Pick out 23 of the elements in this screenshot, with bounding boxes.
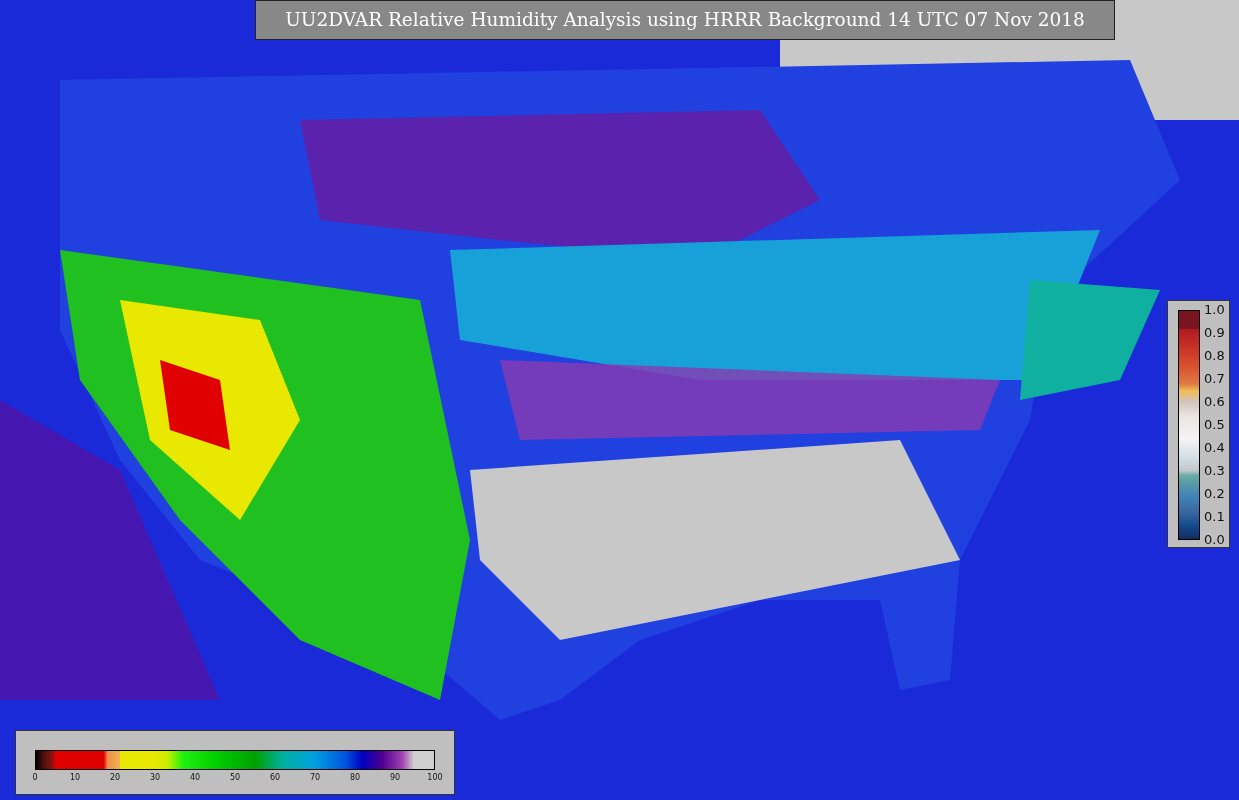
tick-label: 50	[228, 773, 242, 783]
tick-label: 1.0	[1204, 302, 1225, 318]
tick-label: 40	[188, 773, 202, 783]
tick-label: 80	[348, 773, 362, 783]
tick-label: 10	[68, 773, 82, 783]
tick-label: 0.2	[1204, 486, 1225, 502]
tick-label: 0.9	[1204, 325, 1225, 341]
tick-label: 0.8	[1204, 348, 1225, 364]
map-title: UU2DVAR Relative Humidity Analysis using HRRR Background 14 UTC 07 Nov 2018	[255, 0, 1115, 40]
tick-label: 90	[388, 773, 402, 783]
tick-label: 20	[108, 773, 122, 783]
tick-label: 0	[31, 773, 39, 783]
tick-label: 0.3	[1204, 463, 1225, 479]
tick-label: 0.0	[1204, 532, 1225, 548]
tick-label: 100	[426, 773, 444, 783]
tick-label: 0.5	[1204, 417, 1225, 433]
tick-label: 30	[148, 773, 162, 783]
tick-label: 60	[268, 773, 282, 783]
tick-label: 0.4	[1204, 440, 1225, 456]
tick-label: 70	[308, 773, 322, 783]
tick-label: 0.6	[1204, 394, 1225, 410]
tick-label: 0.7	[1204, 371, 1225, 387]
tick-label: 0.1	[1204, 509, 1225, 525]
